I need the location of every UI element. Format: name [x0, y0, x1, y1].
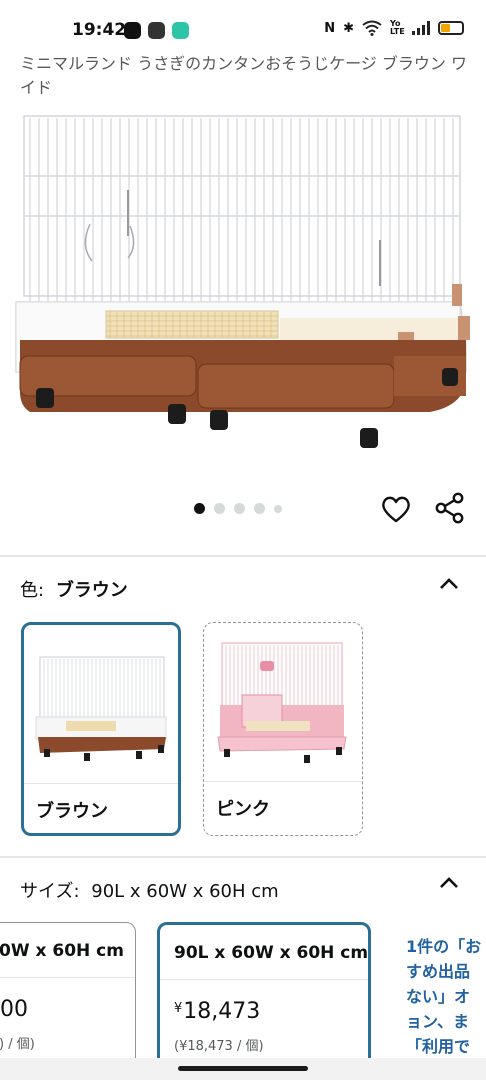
dropbox-app-icon: [148, 22, 165, 39]
size-selected-value: 90L x 60W x 60H cm: [91, 881, 279, 902]
carousel-dot-2[interactable]: [214, 503, 225, 514]
messenger-app-icon: [172, 22, 189, 39]
home-gesture-handle[interactable]: [178, 1066, 308, 1071]
signal-icon: [412, 21, 430, 35]
section-divider: [0, 856, 486, 858]
note-line: すめ出品: [406, 962, 471, 981]
size-option-card[interactable]: 0W x 60H cm 00 ) / 個): [0, 922, 136, 1072]
chevron-up-icon[interactable]: [438, 875, 460, 889]
color-option-label: ブラウン: [36, 801, 108, 822]
carousel-dot-3[interactable]: [234, 503, 245, 514]
note-line: ョン、ま: [406, 1012, 470, 1031]
size-card-separator: [0, 977, 135, 978]
note-line: 1件の「お: [406, 937, 482, 956]
color-option-label: ピンク: [216, 799, 270, 820]
size-option-title: 90L x 60W x 60H cm: [174, 943, 369, 963]
carousel-dot-5[interactable]: [274, 504, 282, 513]
carousel-dot-4[interactable]: [254, 503, 265, 514]
carousel-dot-1[interactable]: [194, 503, 205, 514]
size-row-label[interactable]: サイズ: 90L x 60W x 60H cm: [20, 877, 279, 903]
status-time: 19:42: [72, 20, 127, 40]
wifi-icon: [362, 20, 382, 36]
size-option-card-selected[interactable]: 90L x 60W x 60H cm ¥18,473 (¥18,473 / 個): [157, 922, 371, 1072]
share-icon[interactable]: [434, 492, 466, 524]
battery-fill: [441, 24, 450, 32]
status-bar: 19:42 N ✱ Yo LTE: [0, 0, 486, 52]
color-selected-value: ブラウン: [55, 580, 128, 601]
line-app-icon: [124, 22, 141, 39]
size-card-separator: [160, 979, 368, 980]
size-label: サイズ:: [20, 881, 80, 902]
image-carousel-dots[interactable]: [194, 503, 282, 514]
swatch-separator: [24, 783, 178, 784]
heart-icon[interactable]: [380, 494, 412, 524]
brown-cage-thumbnail: [35, 656, 167, 761]
nfc-icon: N: [324, 20, 336, 36]
color-label: 色:: [20, 580, 45, 601]
color-row-label[interactable]: 色: ブラウン: [20, 576, 128, 602]
product-title[interactable]: ミニマルランド うさぎのカンタンおそうじケージ ブラウン ワイド: [20, 52, 470, 100]
color-option-pink[interactable]: ピンク: [203, 622, 363, 836]
note-line: 「利用で: [406, 1037, 471, 1056]
swatch-separator: [204, 781, 362, 782]
battery-icon: [438, 21, 464, 35]
size-option-price: ¥18,473: [174, 999, 261, 1024]
product-image[interactable]: [10, 106, 476, 456]
gesture-navigation-bar: [0, 1058, 486, 1080]
network-label: Yo LTE: [390, 19, 405, 36]
size-option-unit-price: ) / 個): [0, 1037, 35, 1052]
section-divider: [0, 555, 486, 557]
color-option-brown[interactable]: ブラウン: [21, 622, 181, 836]
size-option-unit-price: (¥18,473 / 個): [174, 1039, 264, 1054]
note-line: ない」オ: [406, 987, 471, 1006]
pink-cage-thumbnail: [217, 642, 347, 763]
size-option-price: 00: [0, 997, 28, 1022]
size-option-title: 0W x 60H cm: [0, 941, 124, 961]
status-icons: N ✱ Yo LTE: [324, 20, 464, 36]
other-sellers-note[interactable]: 1件の「お すめ出品 ない」オ ョン、ま 「利用で: [406, 934, 486, 1059]
bluetooth-icon: ✱: [343, 20, 354, 36]
chevron-up-icon[interactable]: [438, 576, 460, 590]
